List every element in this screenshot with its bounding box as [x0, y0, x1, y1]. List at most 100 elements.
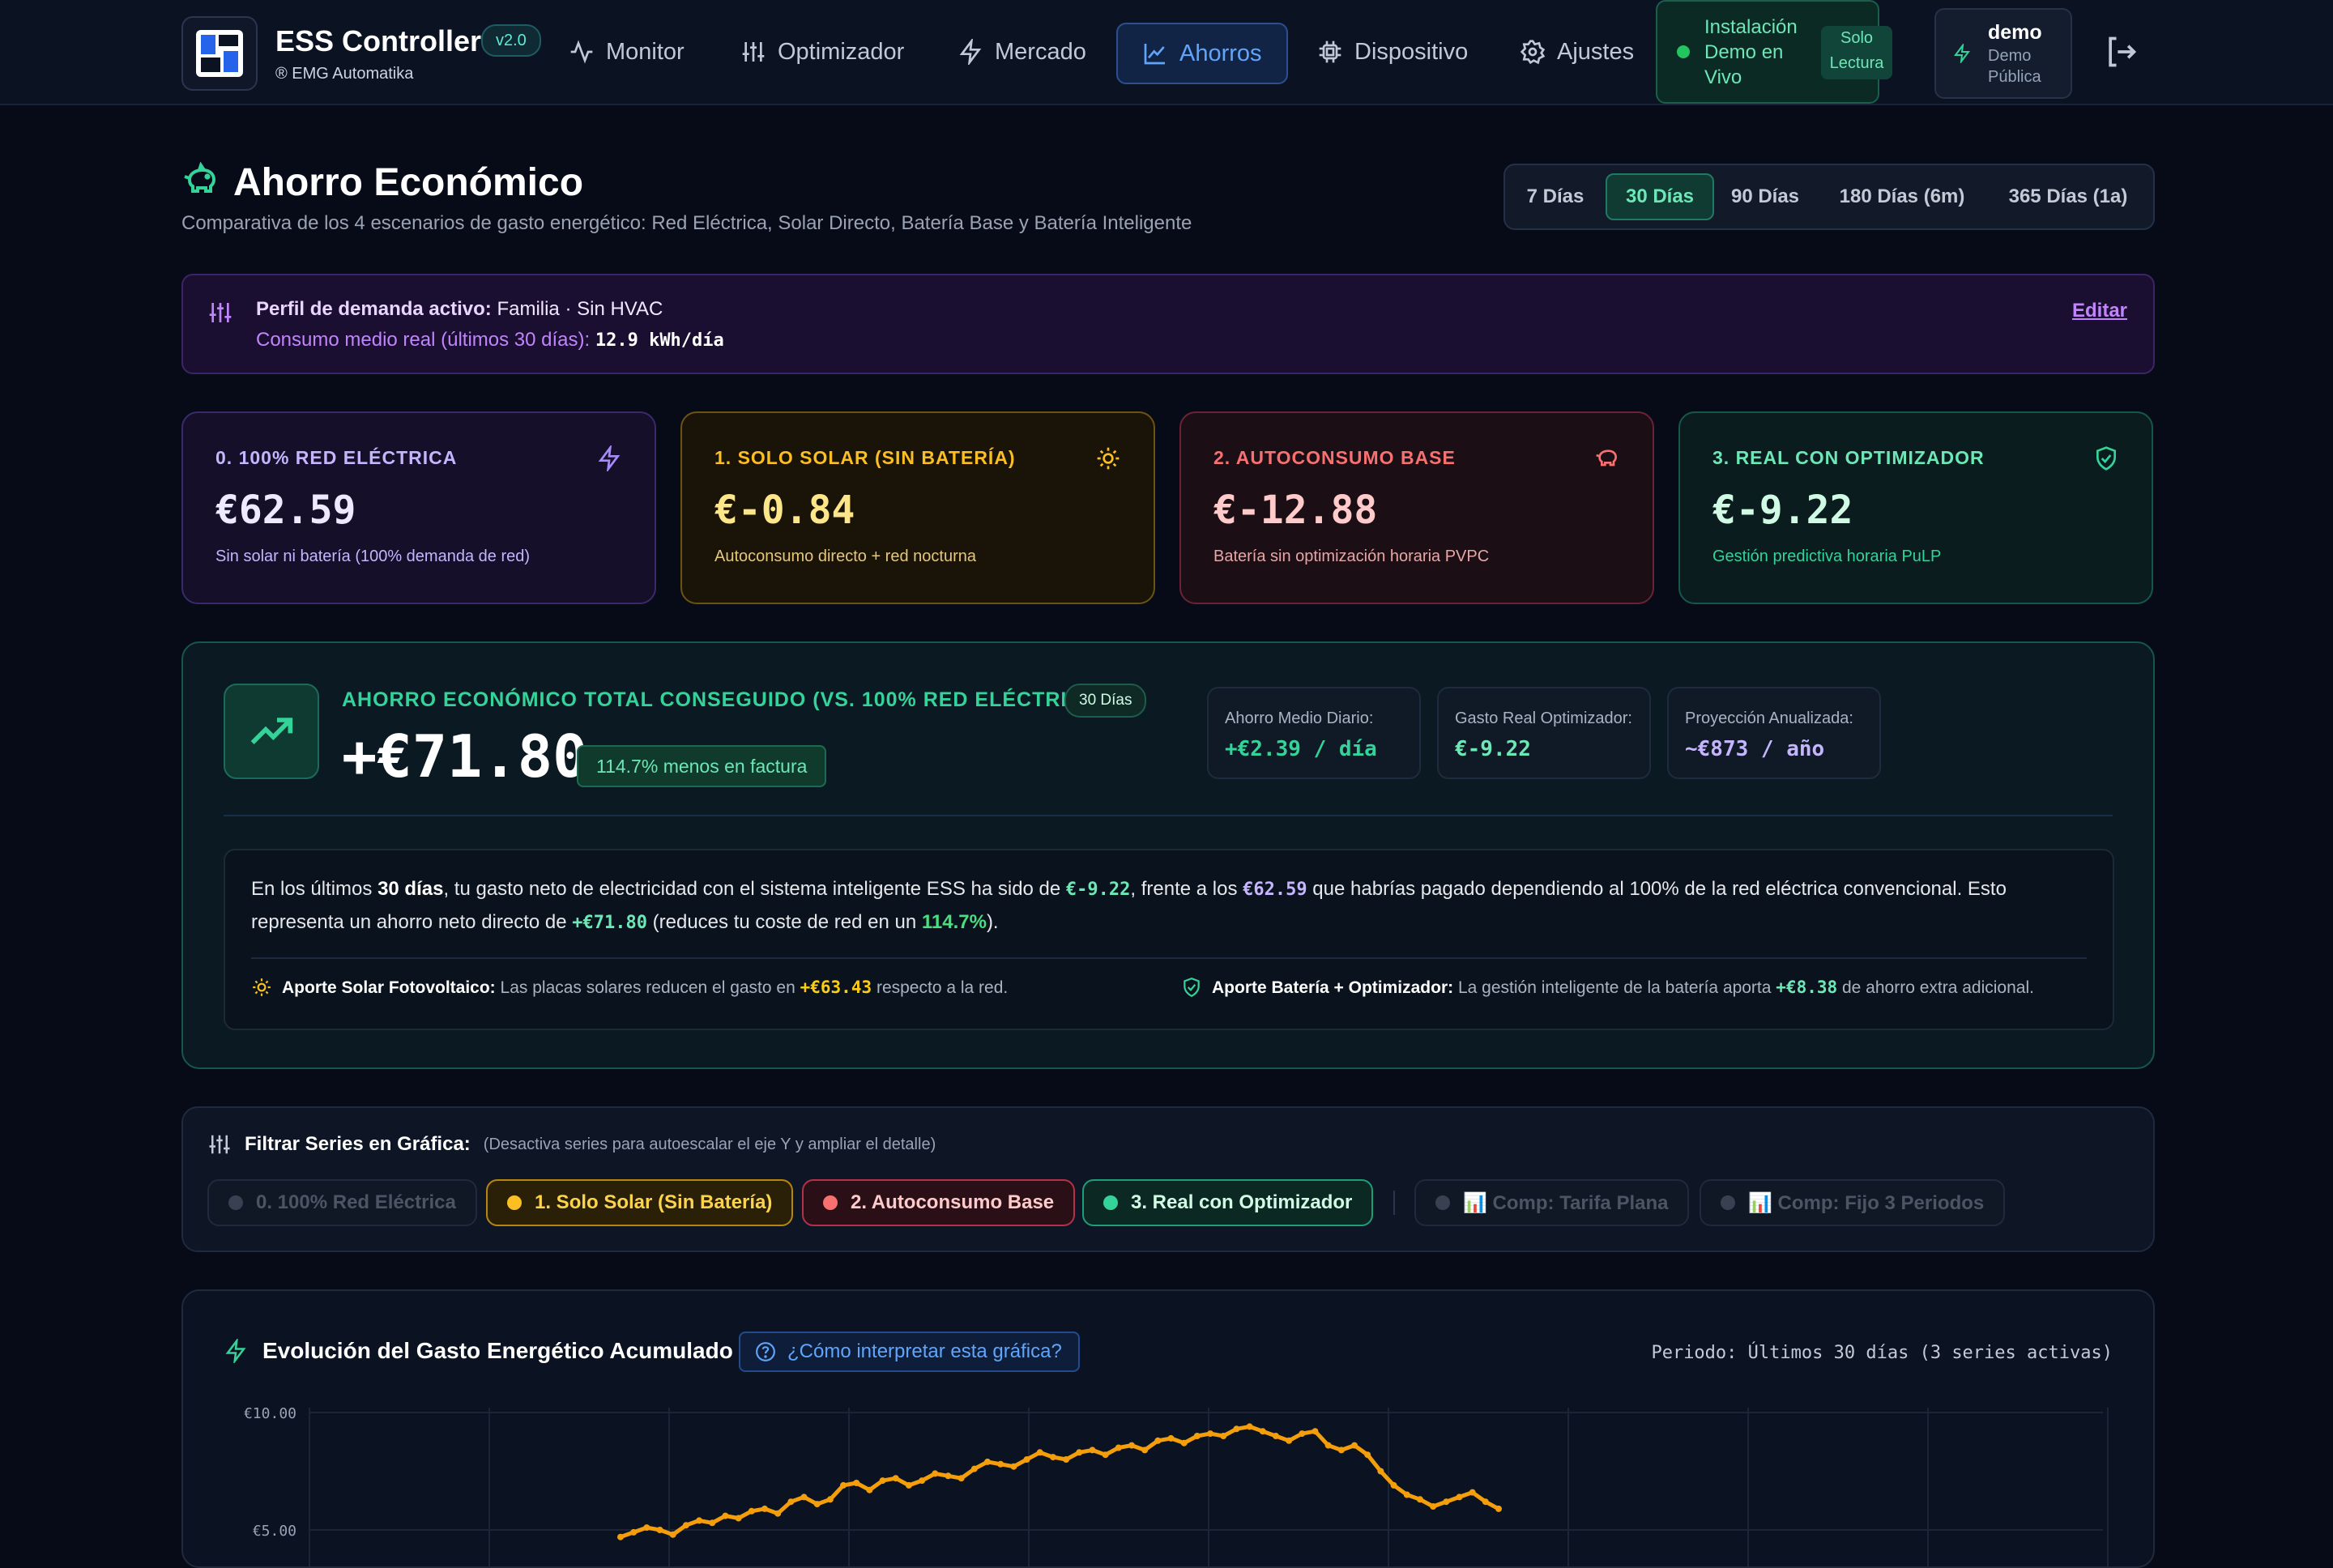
series-point: [669, 1531, 676, 1538]
cumulative-cost-chart-card: Evolución del Gasto Energético Acumulado…: [181, 1289, 2155, 1568]
stat-value: +€2.39 / día: [1225, 737, 1377, 761]
divider: [251, 957, 2087, 959]
series-point: [1272, 1433, 1279, 1439]
stat-label: Proyección Anualizada:: [1685, 709, 1853, 727]
card-value: €-9.22: [1712, 488, 1853, 533]
cumulative-cost-chart[interactable]: €10.00 €5.00: [183, 1291, 2153, 1566]
chip-solo-solar[interactable]: 1. Solo Solar (Sin Batería): [486, 1179, 794, 1226]
read-only-badge: Solo Lectura: [1821, 26, 1892, 79]
series-point: [1049, 1454, 1056, 1461]
filter-title: Filtrar Series en Gráfica: (Desactiva se…: [207, 1132, 936, 1157]
nav-label: Optimizador: [778, 38, 905, 65]
series-point: [1010, 1463, 1017, 1470]
stat-daily-savings: Ahorro Medio Diario: +€2.39 / día: [1207, 687, 1421, 779]
shield-icon: [1184, 978, 1200, 998]
series-point: [1443, 1498, 1450, 1506]
series-line-solo-solar: [620, 1424, 1500, 1540]
nav-dispositivo[interactable]: Dispositivo: [1293, 23, 1492, 81]
nav-optimizador[interactable]: Optimizador: [716, 23, 928, 81]
edit-profile-link[interactable]: Editar: [2072, 300, 2127, 322]
gear-icon: [1520, 40, 1546, 65]
piggy-bank-icon: [1596, 450, 1618, 467]
series-point: [984, 1458, 992, 1465]
divider: [224, 815, 2113, 816]
series-point: [970, 1465, 978, 1472]
range-365d[interactable]: 365 Días (1a): [1991, 173, 2145, 220]
series-point: [800, 1493, 808, 1501]
series-point: [826, 1496, 834, 1503]
series-dot-icon: [228, 1195, 243, 1210]
series-point: [1364, 1451, 1371, 1459]
series-point: [1089, 1447, 1096, 1454]
nav-ajustes[interactable]: Ajustes: [1495, 23, 1658, 81]
series-point: [1495, 1505, 1502, 1512]
y-tick-label: €10.00: [244, 1405, 296, 1422]
series-point: [1469, 1489, 1476, 1496]
chip-fijo-3-periodos[interactable]: 📊 Comp: Fijo 3 Periodos: [1700, 1179, 2006, 1226]
series-point: [1482, 1498, 1489, 1506]
series-dot-icon: [823, 1195, 838, 1210]
card-title: 3. REAL CON OPTIMIZADOR: [1712, 447, 1985, 468]
stat-value: ~€873 / año: [1685, 737, 1825, 761]
scenario-card-optimizer: 3. REAL CON OPTIMIZADOR €-9.22 Gestión p…: [1678, 411, 2153, 604]
stat-label: Gasto Real Optimizador:: [1455, 709, 1632, 727]
series-filter-bar: Filtrar Series en Gráfica: (Desactiva se…: [181, 1106, 2155, 1252]
range-30d[interactable]: 30 Días: [1606, 173, 1714, 220]
series-point: [630, 1528, 638, 1536]
nav-label: Ahorros: [1179, 40, 1262, 66]
series-point: [709, 1519, 716, 1527]
sun-icon: [1097, 447, 1120, 470]
series-point: [1023, 1456, 1030, 1463]
series-point: [643, 1524, 650, 1532]
series-point: [1076, 1449, 1083, 1456]
profile-line: Perfil de demanda activo: Familia · Sin …: [256, 298, 663, 321]
range-90d[interactable]: 90 Días: [1721, 173, 1810, 220]
stat-real-cost: Gasto Real Optimizador: €-9.22: [1437, 687, 1651, 779]
series-point: [813, 1501, 821, 1508]
activity-icon: [570, 40, 593, 64]
lightning-icon: [598, 445, 621, 471]
chip-tarifa-plana[interactable]: 📊 Comp: Tarifa Plana: [1414, 1179, 1690, 1226]
series-point: [761, 1505, 768, 1512]
series-point: [1141, 1447, 1149, 1454]
consumption-label: Consumo medio real (últimos 30 días):: [256, 329, 591, 351]
series-point: [1377, 1468, 1384, 1475]
consumption-line: Consumo medio real (últimos 30 días): 12…: [256, 329, 724, 352]
logout-icon[interactable]: [2103, 34, 2139, 70]
series-dot-icon: [507, 1195, 522, 1210]
profile-label: Perfil de demanda activo:: [256, 298, 492, 320]
app-logo-icon[interactable]: [181, 16, 258, 91]
savings-explanation: En los últimos 30 días, tu gasto neto de…: [224, 849, 2114, 1030]
series-point: [1286, 1437, 1293, 1444]
series-dot-icon: [1103, 1195, 1118, 1210]
nav-monitor[interactable]: Monitor: [544, 23, 709, 81]
series-point: [1207, 1430, 1214, 1438]
shield-icon: [2096, 446, 2116, 471]
series-point: [958, 1475, 965, 1482]
series-point: [722, 1512, 729, 1519]
card-desc: Autoconsumo directo + red nocturna: [714, 548, 976, 565]
scenario-card-grid: 0. 100% RED ELÉCTRICA €62.59 Sin solar n…: [181, 411, 656, 604]
chip-autoconsumo-base[interactable]: 2. Autoconsumo Base: [802, 1179, 1076, 1226]
chip-real-optimizador[interactable]: 3. Real con Optimizador: [1082, 1179, 1374, 1226]
range-180d[interactable]: 180 Días (6m): [1823, 173, 1981, 220]
range-7d[interactable]: 7 Días: [1516, 173, 1594, 220]
nav-mercado[interactable]: Mercado: [933, 23, 1111, 81]
series-point: [1036, 1449, 1043, 1456]
nav-ahorros[interactable]: Ahorros: [1116, 23, 1288, 84]
series-point: [1167, 1434, 1175, 1442]
chart-line-icon: [1144, 44, 1165, 65]
series-point: [1246, 1423, 1253, 1430]
chip-red-electrica[interactable]: 0. 100% Red Eléctrica: [207, 1179, 477, 1226]
period-badge: 30 Días: [1064, 684, 1147, 718]
card-desc: Batería sin optimización horaria PVPC: [1213, 548, 1490, 565]
lightning-icon: [1954, 44, 1970, 63]
series-point: [787, 1498, 795, 1506]
user-menu[interactable]: demo Demo Pública: [1934, 8, 2072, 99]
divider: [1393, 1191, 1395, 1215]
stat-label: Ahorro Medio Diario:: [1225, 709, 1374, 727]
version-badge: v2.0: [481, 24, 541, 57]
series-point: [1351, 1442, 1358, 1449]
page-subtitle: Comparativa de los 4 escenarios de gasto…: [181, 212, 1192, 234]
piggy-bank-icon: [184, 162, 216, 193]
